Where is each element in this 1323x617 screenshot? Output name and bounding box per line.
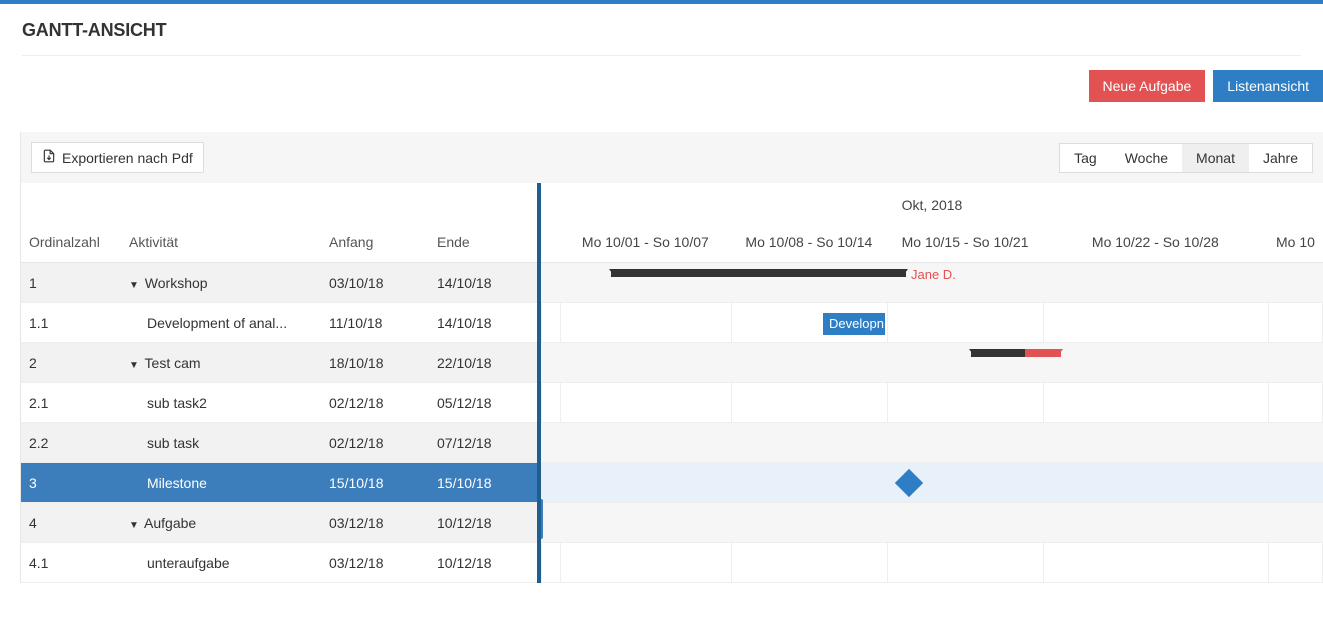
scale-week[interactable]: Woche [1111, 144, 1182, 172]
gantt-row[interactable]: Jane D. [541, 263, 1323, 303]
table-row[interactable]: 2▼ Test cam18/10/1822/10/18 [21, 343, 537, 383]
cell-activity: sub task [129, 435, 329, 451]
timeline-week-label: Mo 10/15 - So 10/21 [887, 234, 1043, 250]
table-row[interactable]: 1▼ Workshop03/10/1814/10/18 [21, 263, 537, 303]
cell-end: 10/12/18 [437, 515, 537, 531]
gantt-bar-parent[interactable] [611, 269, 906, 277]
col-header-ord[interactable]: Ordinalzahl [29, 234, 129, 250]
tree-toggle-icon[interactable]: ▼ [129, 520, 139, 531]
pdf-icon [42, 149, 56, 166]
table-row[interactable]: 2.1 sub task202/12/1805/12/18 [21, 383, 537, 423]
grid-resize-handle[interactable] [541, 499, 543, 539]
cell-ord: 2.2 [29, 435, 129, 451]
gantt-row[interactable] [541, 423, 1323, 463]
scale-month[interactable]: Monat [1182, 144, 1249, 172]
cell-start: 11/10/18 [329, 315, 437, 331]
table-row[interactable]: 3 Milestone15/10/1815/10/18 [21, 463, 537, 503]
timeline-week-label: Mo 10/01 - So 10/07 [560, 234, 731, 250]
cell-start: 02/12/18 [329, 435, 437, 451]
cell-activity: sub task2 [129, 395, 329, 411]
cell-activity: ▼ Aufgabe [129, 515, 329, 531]
cell-start: 02/12/18 [329, 395, 437, 411]
timeline-week-label: Mo 10/08 - So 10/14 [731, 234, 887, 250]
cell-ord: 2 [29, 355, 129, 371]
gantt-bar-parent[interactable] [971, 349, 1061, 357]
table-row[interactable]: 2.2 sub task02/12/1807/12/18 [21, 423, 537, 463]
scale-year[interactable]: Jahre [1249, 144, 1312, 172]
cell-end: 05/12/18 [437, 395, 537, 411]
cell-end: 14/10/18 [437, 275, 537, 291]
gantt-milestone[interactable] [895, 469, 923, 497]
cell-ord: 1 [29, 275, 129, 291]
scale-day[interactable]: Tag [1060, 144, 1111, 172]
tree-toggle-icon[interactable]: ▼ [129, 360, 139, 371]
cell-ord: 3 [29, 475, 129, 491]
new-task-button[interactable]: Neue Aufgabe [1089, 70, 1206, 102]
list-view-button[interactable]: Listenansicht [1213, 70, 1323, 102]
cell-activity: ▼ Test cam [129, 355, 329, 371]
cell-ord: 2.1 [29, 395, 129, 411]
cell-end: 15/10/18 [437, 475, 537, 491]
assignee-label: Jane D. [911, 267, 956, 282]
gantt-row[interactable] [541, 343, 1323, 383]
cell-start: 15/10/18 [329, 475, 437, 491]
cell-end: 14/10/18 [437, 315, 537, 331]
gantt-row[interactable] [541, 383, 1323, 423]
gantt-row[interactable] [541, 543, 1323, 583]
table-row[interactable]: 4.1 unteraufgabe03/12/1810/12/18 [21, 543, 537, 583]
cell-end: 10/12/18 [437, 555, 537, 571]
tree-toggle-icon[interactable]: ▼ [129, 280, 139, 291]
export-pdf-label: Exportieren nach Pdf [62, 150, 193, 166]
table-row[interactable]: 4▼ Aufgabe03/12/1810/12/18 [21, 503, 537, 543]
cell-ord: 4 [29, 515, 129, 531]
timeline-week-label: Mo 10 [1268, 234, 1323, 250]
export-pdf-button[interactable]: Exportieren nach Pdf [31, 142, 204, 173]
col-header-end[interactable]: Ende [437, 234, 537, 250]
gantt-bar-task[interactable]: Developn [823, 313, 885, 335]
cell-ord: 1.1 [29, 315, 129, 331]
gantt-row[interactable] [541, 463, 1323, 503]
cell-activity: ▼ Workshop [129, 275, 329, 291]
cell-ord: 4.1 [29, 555, 129, 571]
cell-activity: unteraufgabe [129, 555, 329, 571]
col-header-activity[interactable]: Aktivität [129, 234, 329, 250]
timeline-month: Okt, 2018 [541, 197, 1323, 213]
cell-start: 03/12/18 [329, 515, 437, 531]
cell-end: 07/12/18 [437, 435, 537, 451]
page-title: GANTT-ANSICHT [0, 4, 1323, 55]
col-header-start[interactable]: Anfang [329, 234, 437, 250]
cell-end: 22/10/18 [437, 355, 537, 371]
cell-activity: Development of anal... [129, 315, 329, 331]
cell-start: 03/12/18 [329, 555, 437, 571]
gantt-row[interactable] [541, 503, 1323, 543]
table-row[interactable]: 1.1 Development of anal...11/10/1814/10/… [21, 303, 537, 343]
cell-start: 03/10/18 [329, 275, 437, 291]
cell-activity: Milestone [129, 475, 329, 491]
timeline-week-label: Mo 10/22 - So 10/28 [1044, 234, 1268, 250]
cell-start: 18/10/18 [329, 355, 437, 371]
gantt-row[interactable]: Developn [541, 303, 1323, 343]
